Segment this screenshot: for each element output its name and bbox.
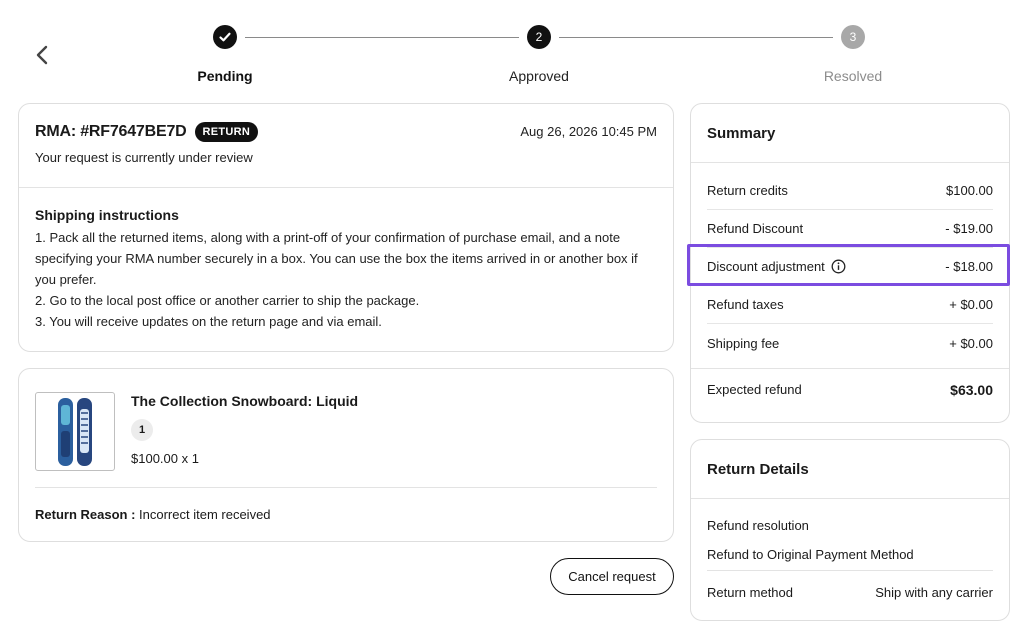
snowboard-image xyxy=(58,397,92,466)
step-label-approved: Approved xyxy=(509,68,569,84)
summary-card: Summary Return credits $100.00 Refund Di… xyxy=(690,103,1010,423)
product-card: The Collection Snowboard: Liquid 1 $100.… xyxy=(18,368,674,542)
shipping-step-3: 3. You will receive updates on the retur… xyxy=(35,314,382,329)
shipping-step-1: 1. Pack all the returned items, along wi… xyxy=(35,230,638,287)
summary-row-discount-adjustment: Discount adjustment - $18.00 xyxy=(707,248,993,286)
quantity-badge: 1 xyxy=(131,419,153,441)
shipping-step-2: 2. Go to the local post office or anothe… xyxy=(35,293,420,308)
divider xyxy=(707,570,993,571)
step-pending-indicator xyxy=(213,25,237,49)
refund-resolution-value: Refund to Original Payment Method xyxy=(707,547,914,562)
summary-label: Return credits xyxy=(707,183,788,198)
return-details-title: Return Details xyxy=(691,440,1009,499)
rma-card: RMA: #RF7647BE7D RETURN Aug 26, 2026 10:… xyxy=(18,103,674,352)
product-price: $100.00 x 1 xyxy=(131,451,199,466)
checkmark-icon xyxy=(219,32,231,42)
summary-label: Refund taxes xyxy=(707,297,784,312)
return-reason: Return Reason : Incorrect item received xyxy=(35,507,271,522)
product-name: The Collection Snowboard: Liquid xyxy=(131,393,359,409)
progress-stepper: 2 3 Pending Approved Resolved xyxy=(0,25,1024,95)
summary-label: Shipping fee xyxy=(707,335,780,351)
summary-title: Summary xyxy=(691,104,1009,163)
summary-row-return-credits: Return credits $100.00 xyxy=(707,172,993,210)
rma-number: RMA: #RF7647BE7D xyxy=(35,123,187,140)
step-connector xyxy=(245,37,519,38)
cancel-request-button[interactable]: Cancel request xyxy=(550,558,674,595)
rma-header: RMA: #RF7647BE7D RETURN Aug 26, 2026 10:… xyxy=(19,104,673,188)
step-resolved-indicator: 3 xyxy=(841,25,865,49)
summary-row-refund-discount: Refund Discount - $19.00 xyxy=(707,210,993,248)
summary-value: + $0.00 xyxy=(949,335,993,351)
summary-value: - $18.00 xyxy=(945,259,993,274)
info-icon[interactable] xyxy=(831,259,846,274)
return-method-value: Ship with any carrier xyxy=(875,585,993,600)
divider xyxy=(691,368,1009,369)
summary-row-refund-taxes: Refund taxes + $0.00 xyxy=(707,286,993,324)
shipping-instructions: Shipping instructions 1. Pack all the re… xyxy=(19,188,673,351)
step-label-resolved: Resolved xyxy=(823,68,883,84)
summary-value: $100.00 xyxy=(946,183,993,198)
return-method-row: Return method Ship with any carrier xyxy=(707,585,993,600)
summary-label: Discount adjustment xyxy=(707,259,825,274)
refund-resolution-label: Refund resolution xyxy=(707,518,809,533)
return-reason-value: Incorrect item received xyxy=(139,507,271,522)
product-image xyxy=(35,392,115,471)
rma-status-text: Your request is currently under review xyxy=(35,150,253,165)
return-badge: RETURN xyxy=(194,122,259,142)
step-approved-indicator: 2 xyxy=(527,25,551,49)
expected-refund: Expected refund $63.00 xyxy=(707,382,993,398)
rma-date: Aug 26, 2026 10:45 PM xyxy=(520,124,657,139)
summary-value: + $0.00 xyxy=(949,297,993,312)
expected-refund-value: $63.00 xyxy=(950,382,993,398)
return-details-card: Return Details Refund resolution Refund … xyxy=(690,439,1010,621)
divider xyxy=(35,487,657,488)
summary-value: - $19.00 xyxy=(945,221,993,236)
expected-refund-label: Expected refund xyxy=(707,382,802,397)
return-reason-label: Return Reason : xyxy=(35,507,136,522)
summary-label: Refund Discount xyxy=(707,221,804,236)
step-label-pending: Pending xyxy=(197,68,253,84)
shipping-title: Shipping instructions xyxy=(35,207,179,223)
summary-row-shipping-fee: Shipping fee + $0.00 xyxy=(707,324,993,362)
step-connector xyxy=(559,37,833,38)
return-method-label: Return method xyxy=(707,585,793,600)
